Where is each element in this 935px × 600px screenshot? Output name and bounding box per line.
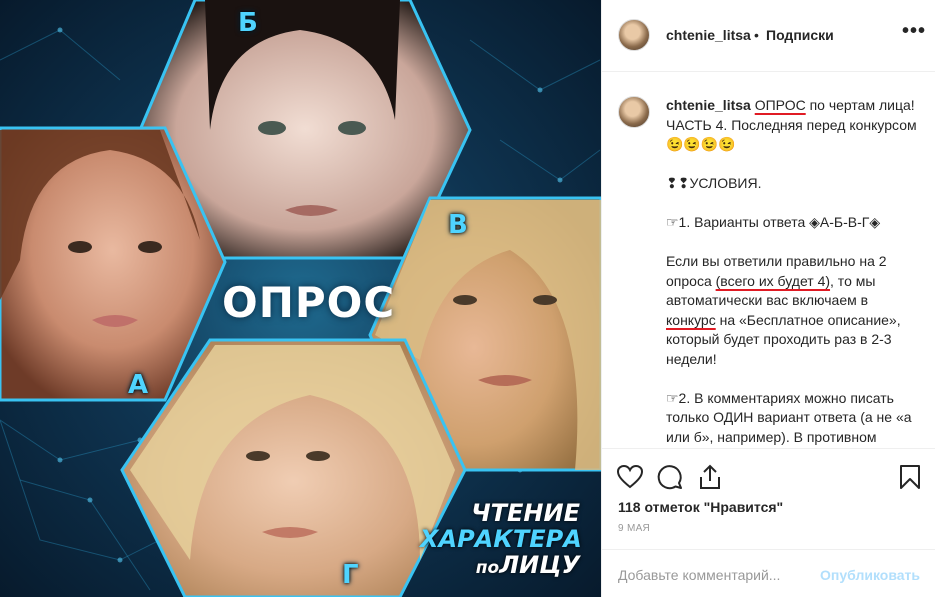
heart-icon[interactable] (616, 463, 644, 491)
likes-count[interactable]: 118 отметок "Нравится" (618, 499, 783, 515)
add-comment-bar: Добавьте комментарий... Опубликовать (602, 549, 935, 600)
caption-area: chtenie_litsa ОПРОС по чертам лица! ЧАСТ… (602, 72, 935, 448)
post-header: chtenie_litsa • Подписки ••• (602, 0, 935, 72)
letter-v-label: В (448, 210, 468, 240)
bookmark-icon[interactable] (896, 463, 924, 491)
caption-avatar[interactable] (618, 96, 650, 128)
post-image[interactable]: Б А В Г ОПРОС ЧТЕНИЕ ХАРАКТЕРА поЛИЦУ (0, 0, 601, 597)
comment-input[interactable]: Добавьте комментарий... (618, 567, 780, 583)
following-button[interactable]: Подписки (766, 27, 834, 43)
letter-b-label: Б (238, 8, 258, 38)
more-options-icon[interactable]: ••• (902, 20, 926, 43)
header-separator: • (754, 27, 759, 43)
letter-a-label: А (128, 370, 149, 400)
author-username-link[interactable]: chtenie_litsa (666, 27, 751, 43)
post-sidebar: chtenie_litsa • Подписки ••• chtenie_lit… (601, 0, 935, 597)
caption-paragraph-4: Если вы ответили правильно на 2 опроса (… (666, 253, 901, 367)
brand-logo: ЧТЕНИЕ ХАРАКТЕРА поЛИЦУ (420, 499, 582, 579)
caption-paragraph-1: chtenie_litsa ОПРОС по чертам лица! ЧАСТ… (666, 97, 917, 152)
publish-button[interactable]: Опубликовать (820, 567, 920, 583)
caption-paragraph-5: ☞2. В комментариях можно писать только О… (666, 389, 912, 445)
action-bar: 118 отметок "Нравится" 9 МАЯ Добавьте ко… (602, 448, 935, 598)
caption-paragraph-3: ☞1. Варианты ответа ◈А-Б-В-Г◈ (666, 214, 881, 230)
comment-icon[interactable] (656, 463, 684, 491)
author-avatar[interactable] (618, 19, 650, 51)
share-icon[interactable] (696, 463, 724, 491)
caption-username-link[interactable]: chtenie_litsa (666, 97, 751, 113)
image-center-title: ОПРОС (222, 278, 396, 327)
post-date[interactable]: 9 МАЯ (618, 523, 650, 534)
caption-paragraph-2: ❢❢УСЛОВИЯ. (666, 175, 762, 191)
instagram-post: Б А В Г ОПРОС ЧТЕНИЕ ХАРАКТЕРА поЛИЦУ ch… (0, 0, 935, 597)
letter-g-label: Г (342, 560, 359, 590)
caption-text: chtenie_litsa ОПРОС по чертам лица! ЧАСТ… (666, 96, 920, 448)
